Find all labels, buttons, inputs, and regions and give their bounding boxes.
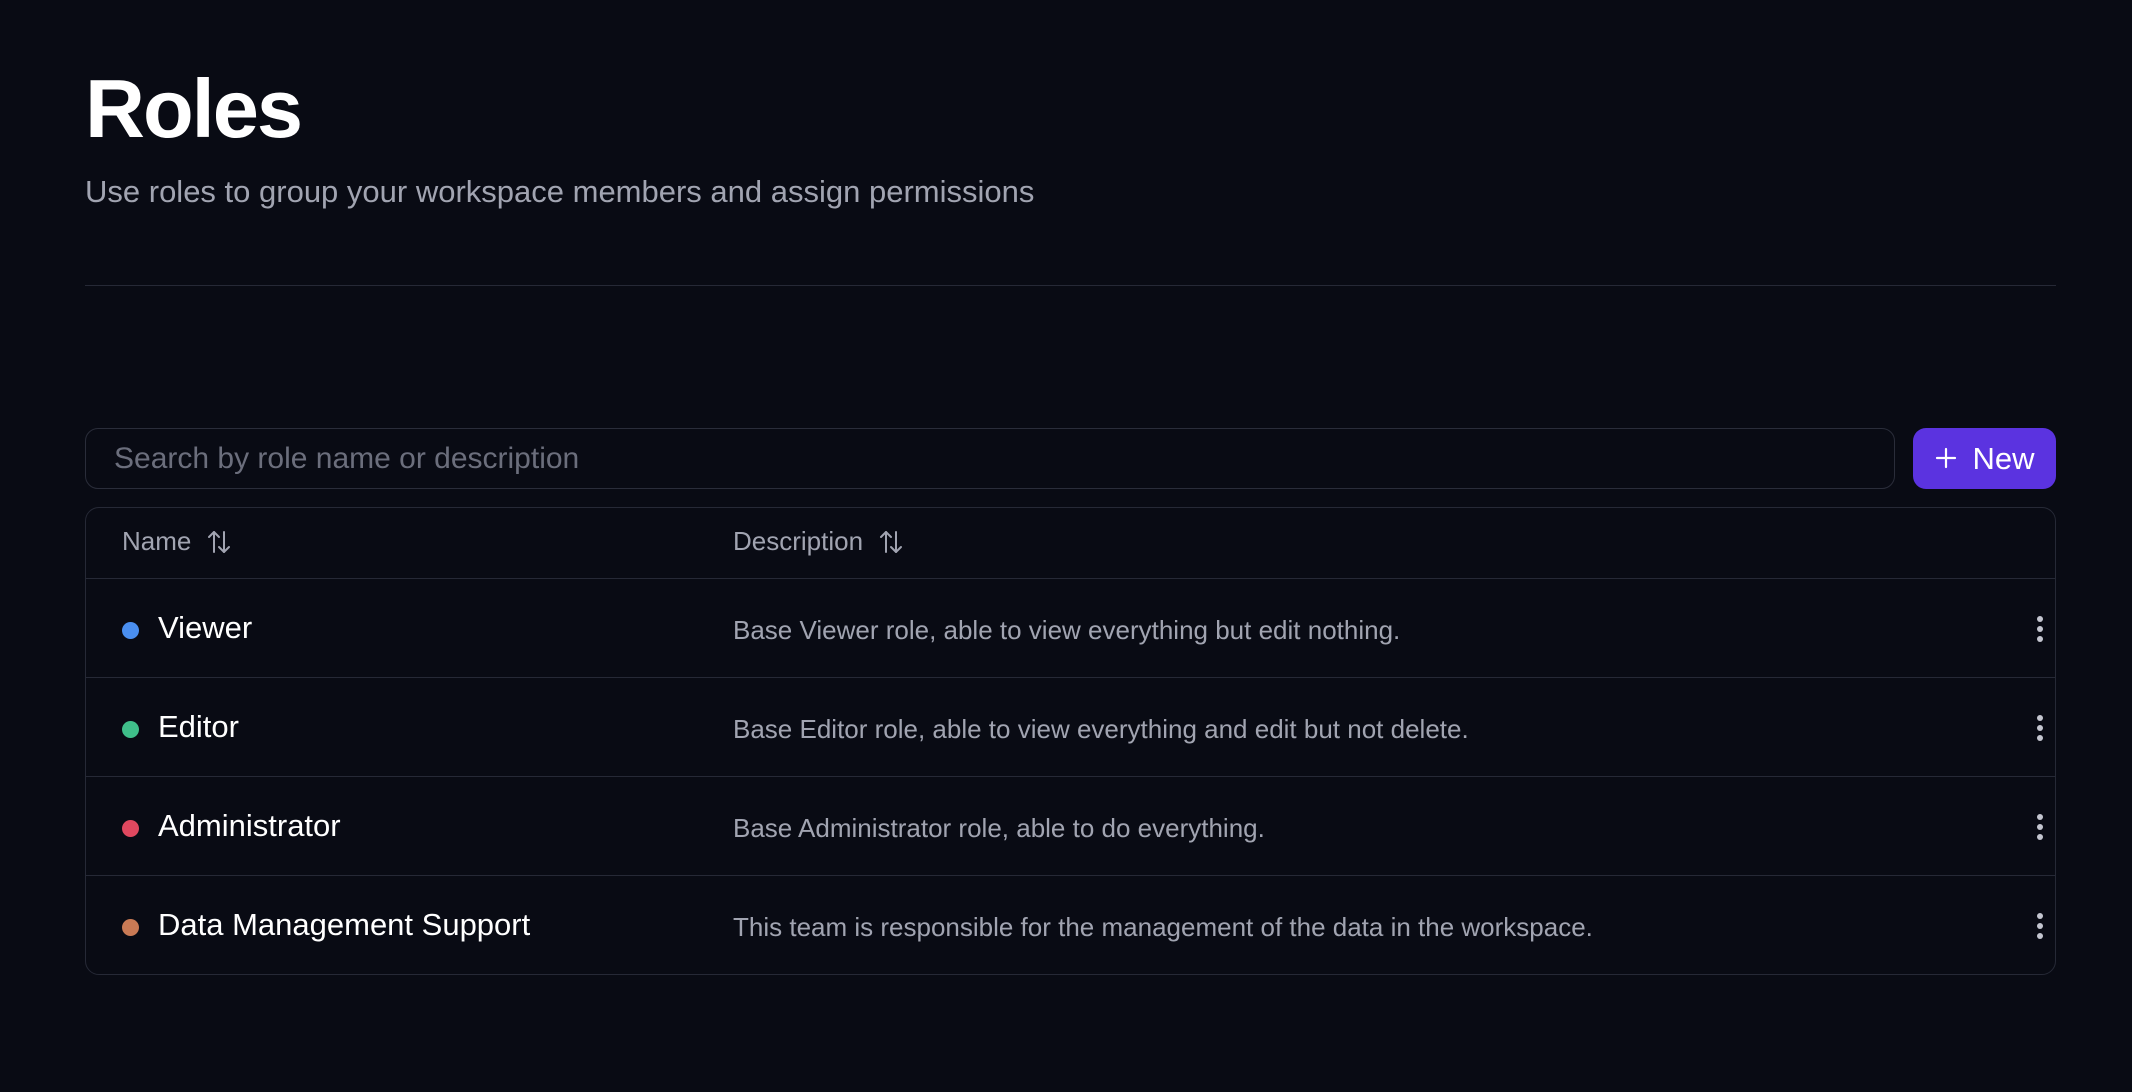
role-color-dot	[122, 820, 139, 837]
role-color-dot	[122, 919, 139, 936]
role-name: Editor	[158, 709, 239, 744]
more-vertical-icon[interactable]	[2022, 607, 2055, 651]
search-input[interactable]	[114, 429, 1894, 488]
role-name: Viewer	[158, 610, 253, 645]
page-title: Roles	[85, 62, 303, 155]
more-vertical-icon[interactable]	[2022, 706, 2055, 750]
search-box[interactable]	[85, 428, 1895, 489]
sort-icon	[880, 530, 903, 553]
table-row[interactable]: Editor Base Editor role, able to view ev…	[86, 678, 2055, 777]
roles-table: Name Description Viewer Base Viewer role…	[85, 507, 2056, 975]
plus-icon	[1934, 437, 1958, 477]
new-button-label: New	[1972, 440, 2035, 476]
role-description: Base Editor role, able to view everythin…	[733, 714, 1469, 744]
column-header-name[interactable]: Name	[122, 526, 233, 557]
table-row[interactable]: Data Management Support This team is res…	[86, 876, 2055, 974]
column-label-name: Name	[122, 526, 192, 556]
page-subtitle: Use roles to group your workspace member…	[85, 174, 1035, 209]
sort-icon	[208, 530, 231, 553]
more-vertical-icon[interactable]	[2022, 805, 2055, 849]
role-description: Base Viewer role, able to view everythin…	[733, 615, 1401, 645]
header-divider	[85, 285, 2056, 286]
role-name: Data Management Support	[158, 907, 531, 942]
role-color-dot	[122, 622, 139, 639]
table-row[interactable]: Viewer Base Viewer role, able to view ev…	[86, 579, 2055, 678]
role-description: Base Administrator role, able to do ever…	[733, 813, 1265, 843]
role-description: This team is responsible for the managem…	[733, 912, 1593, 942]
new-role-button[interactable]: New	[1913, 428, 2056, 489]
role-name: Administrator	[158, 808, 341, 843]
more-vertical-icon[interactable]	[2022, 904, 2055, 948]
role-color-dot	[122, 721, 139, 738]
column-label-description: Description	[733, 526, 864, 556]
roles-page: Roles Use roles to group your workspace …	[0, 0, 2132, 1092]
column-header-description[interactable]: Description	[733, 526, 905, 557]
table-row[interactable]: Administrator Base Administrator role, a…	[86, 777, 2055, 876]
table-header: Name Description	[86, 508, 2055, 579]
